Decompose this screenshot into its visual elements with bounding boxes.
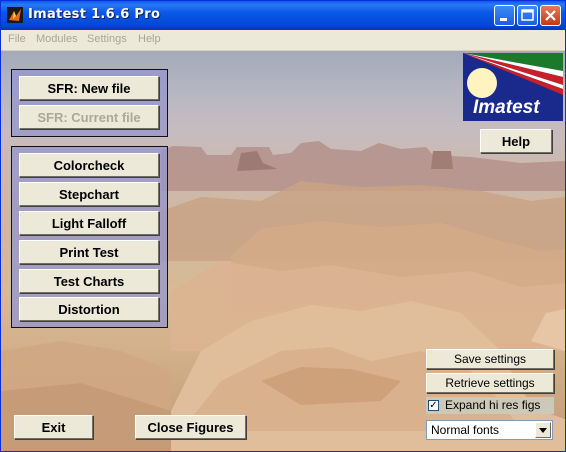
sfr-current-file-button: SFR: Current file xyxy=(19,105,159,129)
expand-hires-row: ✓ Expand hi res figs xyxy=(426,397,554,414)
chevron-down-icon[interactable] xyxy=(535,422,551,438)
fonts-select[interactable]: Normal fonts xyxy=(426,420,553,440)
distortion-button[interactable]: Distortion xyxy=(19,297,159,321)
expand-hires-label: Expand hi res figs xyxy=(445,398,541,412)
light-falloff-button[interactable]: Light Falloff xyxy=(19,211,159,235)
minimize-button[interactable] xyxy=(494,5,515,26)
fonts-select-value: Normal fonts xyxy=(431,423,500,437)
expand-hires-checkbox[interactable]: ✓ xyxy=(428,400,439,411)
test-charts-button[interactable]: Test Charts xyxy=(19,269,159,293)
imatest-logo: Imatest xyxy=(463,53,563,121)
retrieve-settings-button[interactable]: Retrieve settings xyxy=(426,373,554,393)
menu-settings[interactable]: Settings xyxy=(87,33,127,45)
colorcheck-button[interactable]: Colorcheck xyxy=(19,153,159,177)
imatest-window: Imatest 1.6.6 Pro File Modules Settings … xyxy=(0,0,566,452)
maximize-button[interactable] xyxy=(517,5,538,26)
menu-modules[interactable]: Modules xyxy=(36,33,78,45)
logo-text: Imatest xyxy=(473,97,540,118)
close-figures-button[interactable]: Close Figures xyxy=(135,415,246,439)
help-button[interactable]: Help xyxy=(480,129,552,153)
title-bar[interactable]: Imatest 1.6.6 Pro xyxy=(1,1,565,30)
modules-panel: Colorcheck Stepchart Light Falloff Print… xyxy=(11,146,168,328)
matlab-icon xyxy=(7,7,23,23)
exit-button[interactable]: Exit xyxy=(14,415,93,439)
menu-bar: File Modules Settings Help xyxy=(1,30,565,51)
print-test-button[interactable]: Print Test xyxy=(19,240,159,264)
window-title: Imatest 1.6.6 Pro xyxy=(28,7,161,22)
sfr-panel: SFR: New file SFR: Current file xyxy=(11,69,168,137)
menu-help[interactable]: Help xyxy=(138,33,161,45)
close-button[interactable] xyxy=(540,5,561,26)
main-content: SFR: New file SFR: Current file Colorche… xyxy=(1,51,565,451)
save-settings-button[interactable]: Save settings xyxy=(426,349,554,369)
menu-file[interactable]: File xyxy=(8,33,26,45)
stepchart-button[interactable]: Stepchart xyxy=(19,182,159,206)
sfr-new-file-button[interactable]: SFR: New file xyxy=(19,76,159,100)
